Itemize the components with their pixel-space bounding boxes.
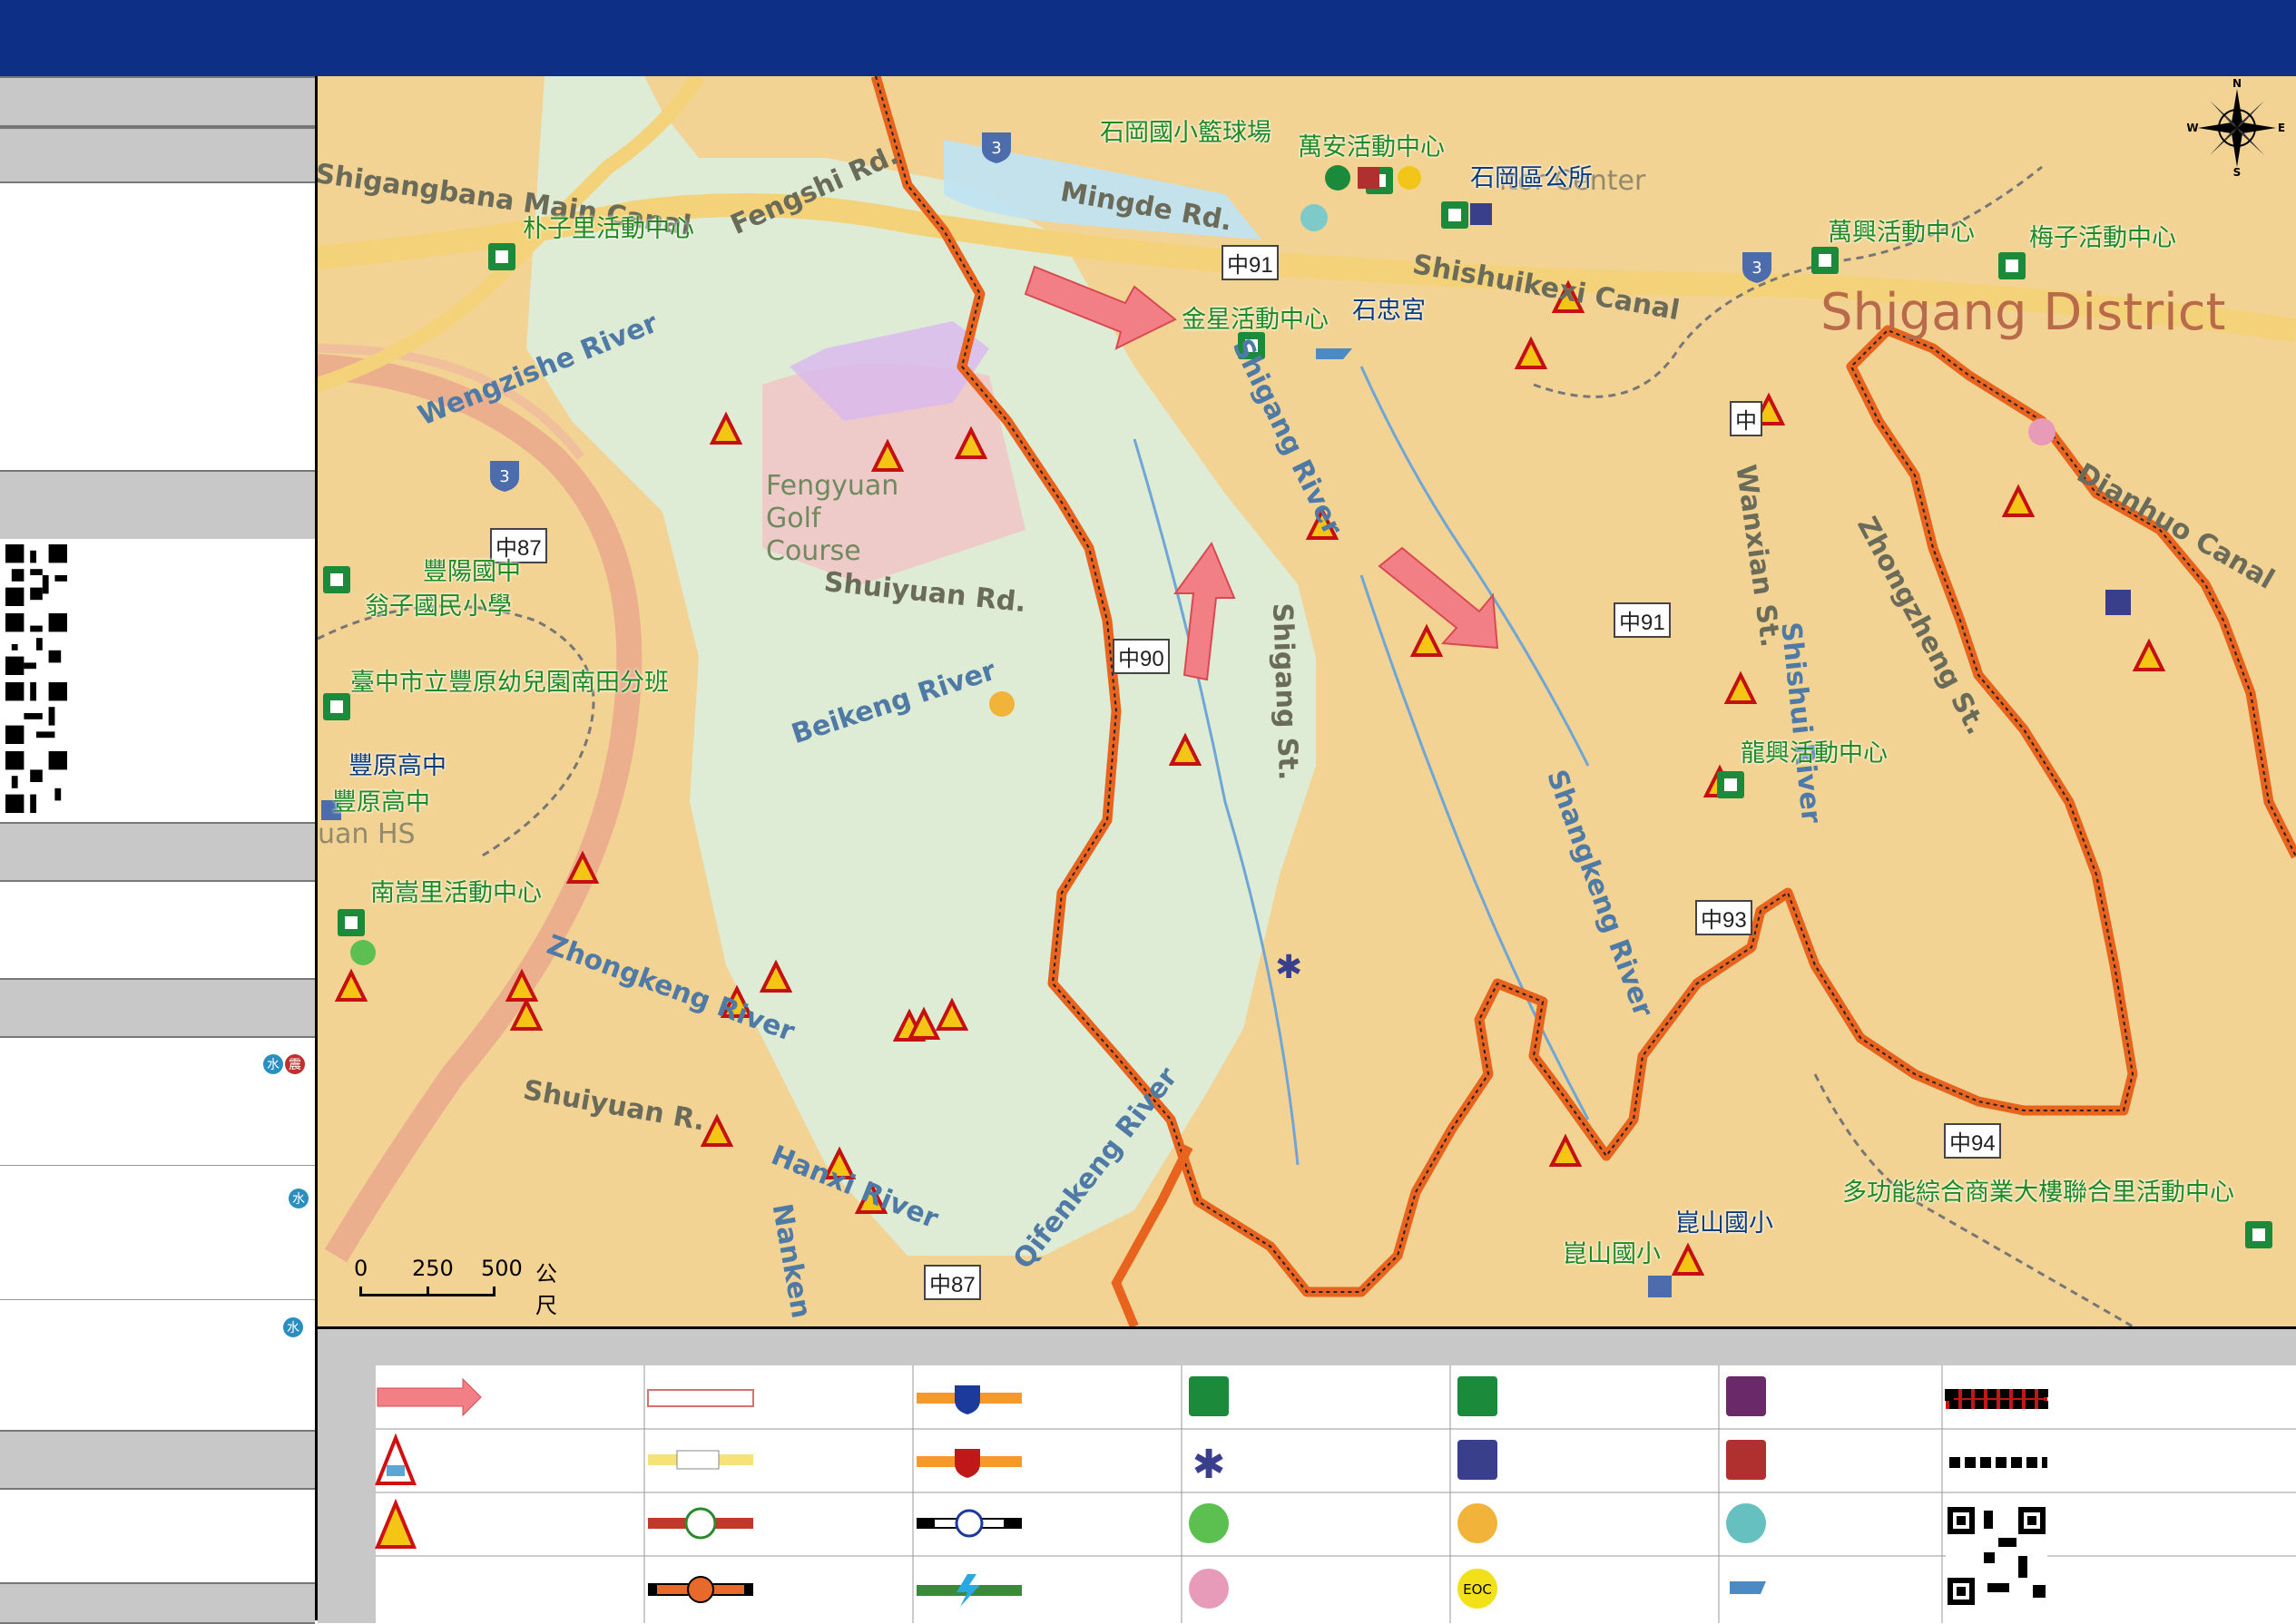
- quake-badge: 震: [285, 1054, 305, 1074]
- road-label: uan HS: [318, 818, 416, 850]
- sidebar-text-box: [0, 183, 315, 461]
- road-shield: 中94: [1944, 1123, 2001, 1159]
- title-bar: [0, 0, 2296, 79]
- svg-text:W: W: [2187, 122, 2199, 134]
- facility-label[interactable]: 臺中市立豐原幼兒園南田分班: [350, 662, 669, 698]
- highway-shield-icon: 3: [490, 461, 519, 492]
- svg-text:3: 3: [991, 139, 1001, 158]
- svg-text:✱: ✱: [1275, 949, 1302, 986]
- facility-label[interactable]: 金星活動中心: [1182, 299, 1329, 335]
- water-badge: 水: [283, 1317, 303, 1337]
- sidebar-header-1: [0, 76, 315, 127]
- hazard-entry: 水: [0, 1301, 315, 1428]
- road-shield: 中: [1730, 401, 1762, 436]
- sidebar-header-2: [0, 127, 315, 183]
- district-label: Shigang District: [1820, 283, 2226, 342]
- qr-code-icon[interactable]: [5, 682, 67, 744]
- svg-text:N: N: [2232, 78, 2242, 90]
- road-shield: 中87: [924, 1265, 981, 1300]
- water-badge: 水: [289, 1189, 309, 1208]
- facility-label[interactable]: 南嵩里活動中心: [370, 873, 542, 908]
- road-shield: 中90: [1113, 639, 1170, 674]
- facility-label[interactable]: 豐原高中: [348, 746, 446, 781]
- facility-label[interactable]: 崑山國小: [1675, 1203, 1773, 1238]
- sidebar-header-6: [0, 1430, 315, 1490]
- sidebar-header-3: [0, 470, 315, 541]
- scale-bar: 0 250 500 公尺: [354, 1256, 557, 1318]
- svg-text:3: 3: [1751, 259, 1761, 278]
- facility-label[interactable]: 豐陽國中: [423, 552, 521, 587]
- golf-course-label: Fengyuan Golf Course: [766, 470, 899, 567]
- facility-label[interactable]: 多功能綜合商業大樓聯合里活動中心: [1842, 1172, 2234, 1208]
- qr-code-icon[interactable]: [5, 544, 67, 606]
- svg-text:S: S: [2233, 166, 2242, 178]
- qr-code-panel: [0, 539, 315, 813]
- highway-shield-icon: 3: [1742, 252, 1771, 283]
- water-badge: 水: [263, 1054, 283, 1074]
- legend-symbols: ✱ EOC: [375, 1365, 2296, 1623]
- road-shield: 中91: [1222, 245, 1279, 280]
- compass-rose-icon: N S E W: [2187, 78, 2285, 178]
- sidebar-text-box: [0, 882, 315, 973]
- facility-label[interactable]: 龍興活動中心: [1741, 733, 1888, 768]
- road-shield: 中93: [1695, 900, 1752, 935]
- facility-label[interactable]: 豐原高中: [332, 782, 430, 817]
- sidebar-header-7: [0, 1582, 315, 1624]
- road-shield: 中91: [1614, 602, 1671, 638]
- svg-text:E: E: [2278, 122, 2285, 134]
- map-legend: ✱ EOC: [318, 1326, 2296, 1623]
- facility-label[interactable]: 石岡國小籃球場: [1100, 113, 1271, 148]
- qr-code-icon[interactable]: [5, 751, 67, 813]
- highway-shield-icon: 3: [982, 132, 1011, 163]
- sidebar-header-4: [0, 822, 315, 882]
- facility-label[interactable]: 梅子活動中心: [2029, 218, 2176, 253]
- road-label: Shigang St.: [1266, 602, 1304, 781]
- facility-label[interactable]: 石岡區公所: [1470, 158, 1593, 193]
- hazard-entry: 水 震: [0, 1038, 315, 1166]
- facility-label[interactable]: 石忠宮: [1352, 290, 1426, 326]
- svg-text:EOC: EOC: [1463, 1581, 1492, 1598]
- map-canvas[interactable]: ✱ 3 3 3 中91 中91 中90 中87 中87 中93 中94 中 Sh…: [318, 76, 2296, 1326]
- info-sidebar: 水 震 水 水: [0, 76, 318, 1624]
- qr-code-icon[interactable]: [5, 613, 67, 675]
- facility-label[interactable]: 崑山國小: [1563, 1234, 1661, 1269]
- sidebar-text-box: [0, 1490, 315, 1580]
- svg-text:3: 3: [499, 467, 509, 486]
- facility-label[interactable]: 翁子國民小學: [365, 586, 512, 621]
- facility-label[interactable]: 萬安活動中心: [1298, 127, 1445, 162]
- facility-label[interactable]: 萬興活動中心: [1828, 212, 1975, 248]
- hazard-entry: 水: [0, 1167, 315, 1300]
- facility-label[interactable]: 朴子里活動中心: [523, 209, 694, 244]
- sidebar-header-5: [0, 978, 315, 1038]
- svg-text:✱: ✱: [1192, 1442, 1226, 1488]
